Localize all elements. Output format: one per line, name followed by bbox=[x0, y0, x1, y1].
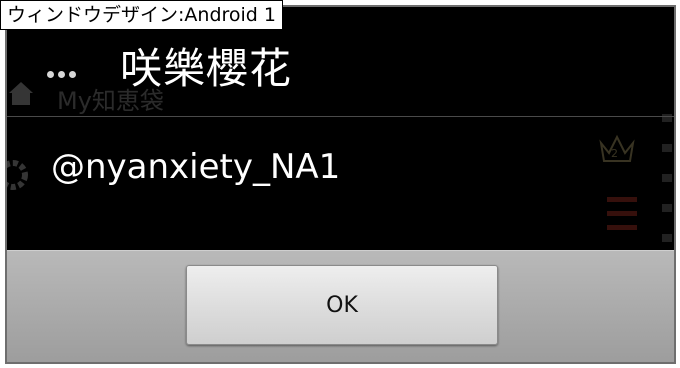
crown-icon: 2 bbox=[599, 134, 635, 162]
gear-icon bbox=[7, 160, 28, 190]
svg-text:2: 2 bbox=[611, 147, 618, 160]
window-caption: ウィンドウデザイン:Android 1 bbox=[0, 0, 283, 30]
title-divider bbox=[7, 116, 674, 117]
ok-button[interactable]: OK bbox=[186, 265, 498, 345]
dialog-title: 咲樂櫻花 bbox=[120, 44, 293, 93]
background-marks bbox=[607, 197, 637, 237]
dialog-button-bar: OK bbox=[7, 250, 674, 362]
dialog-message: @nyanxiety_NA1 bbox=[51, 147, 341, 187]
dialog-window: My知恵袋 2 咲樂櫻花 @nyanxiety_NA1 OK bbox=[5, 5, 676, 364]
overflow-menu-icon bbox=[47, 63, 81, 78]
